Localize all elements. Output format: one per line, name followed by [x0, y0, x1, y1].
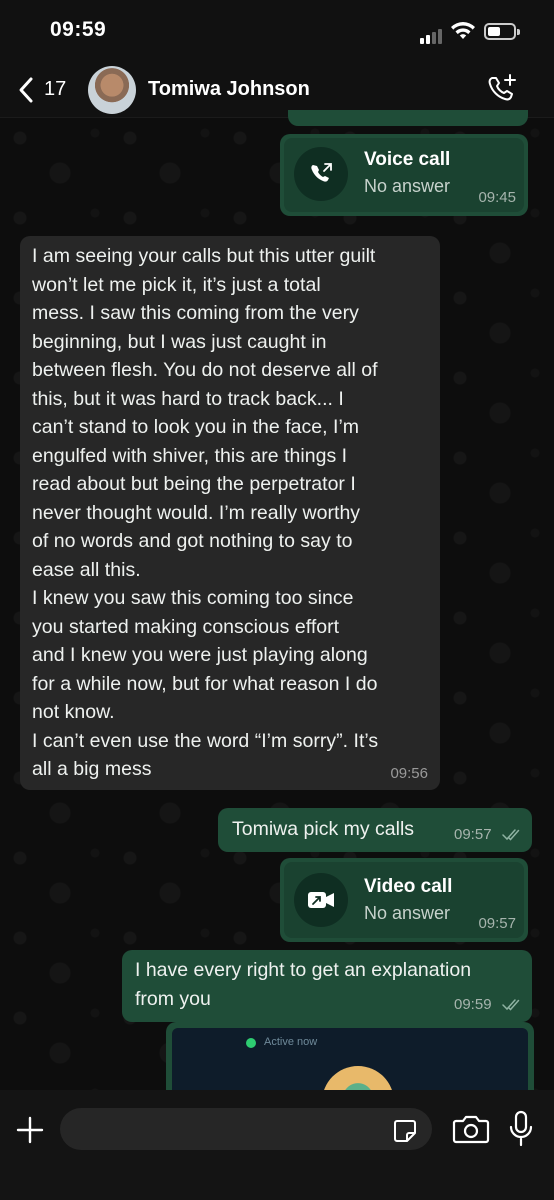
message-text: Tomiwa pick my calls — [232, 818, 415, 840]
call-icon-circle — [294, 147, 348, 201]
incoming-message[interactable]: I am seeing your calls but this utter gu… — [20, 236, 440, 790]
signal-icon — [420, 26, 444, 44]
call-title: Voice call — [364, 149, 451, 170]
contact-avatar[interactable] — [88, 66, 136, 114]
video-missed-icon — [308, 892, 334, 908]
add-call-icon[interactable] — [484, 72, 518, 106]
online-dot — [246, 1038, 256, 1048]
screenshot-thumbnail: Active now — [172, 1028, 528, 1092]
image-message[interactable]: Active now — [166, 1022, 534, 1092]
message-time: 09:57 — [454, 826, 492, 843]
phone-missed-icon — [311, 163, 332, 182]
unread-count[interactable]: 17 — [44, 78, 66, 101]
message-time: 09:56 — [390, 765, 428, 782]
preview-status: Active now — [264, 1036, 318, 1048]
back-chevron-icon[interactable] — [16, 76, 36, 104]
call-status: No answer — [364, 903, 451, 923]
outgoing-message[interactable]: Tomiwa pick my calls 09:57 — [218, 808, 532, 852]
message-bubble-partial — [288, 110, 528, 126]
read-ticks-icon — [502, 999, 520, 1011]
outgoing-message[interactable]: I have every right to get an explanation… — [122, 950, 532, 1022]
preview-avatar — [322, 1066, 394, 1092]
plus-icon[interactable] — [14, 1114, 46, 1146]
call-card-inner: Voice call No answer 09:45 — [284, 138, 524, 212]
sticker-icon[interactable] — [392, 1118, 418, 1144]
message-time: 09:45 — [478, 189, 516, 206]
message-input[interactable] — [60, 1108, 432, 1150]
composer-bar — [0, 1090, 554, 1200]
call-title: Video call — [364, 876, 453, 897]
message-time: 09:59 — [454, 996, 492, 1013]
message-text: I am seeing your calls but this utter gu… — [32, 245, 379, 780]
camera-icon[interactable] — [452, 1112, 490, 1146]
call-card-inner: Video call No answer 09:57 — [284, 862, 524, 938]
microphone-icon[interactable] — [508, 1110, 534, 1148]
read-ticks-icon — [502, 829, 520, 841]
battery-icon — [484, 23, 520, 40]
video-call-card[interactable]: Video call No answer 09:57 — [280, 858, 528, 942]
contact-name[interactable]: Tomiwa Johnson — [148, 78, 310, 101]
voice-call-card[interactable]: Voice call No answer 09:45 — [280, 134, 528, 216]
wifi-icon — [451, 22, 475, 39]
status-time: 09:59 — [50, 18, 107, 41]
call-status: No answer — [364, 176, 451, 196]
status-bar: 09:59 — [0, 0, 554, 62]
call-icon-circle — [294, 873, 348, 927]
message-time: 09:57 — [478, 915, 516, 932]
